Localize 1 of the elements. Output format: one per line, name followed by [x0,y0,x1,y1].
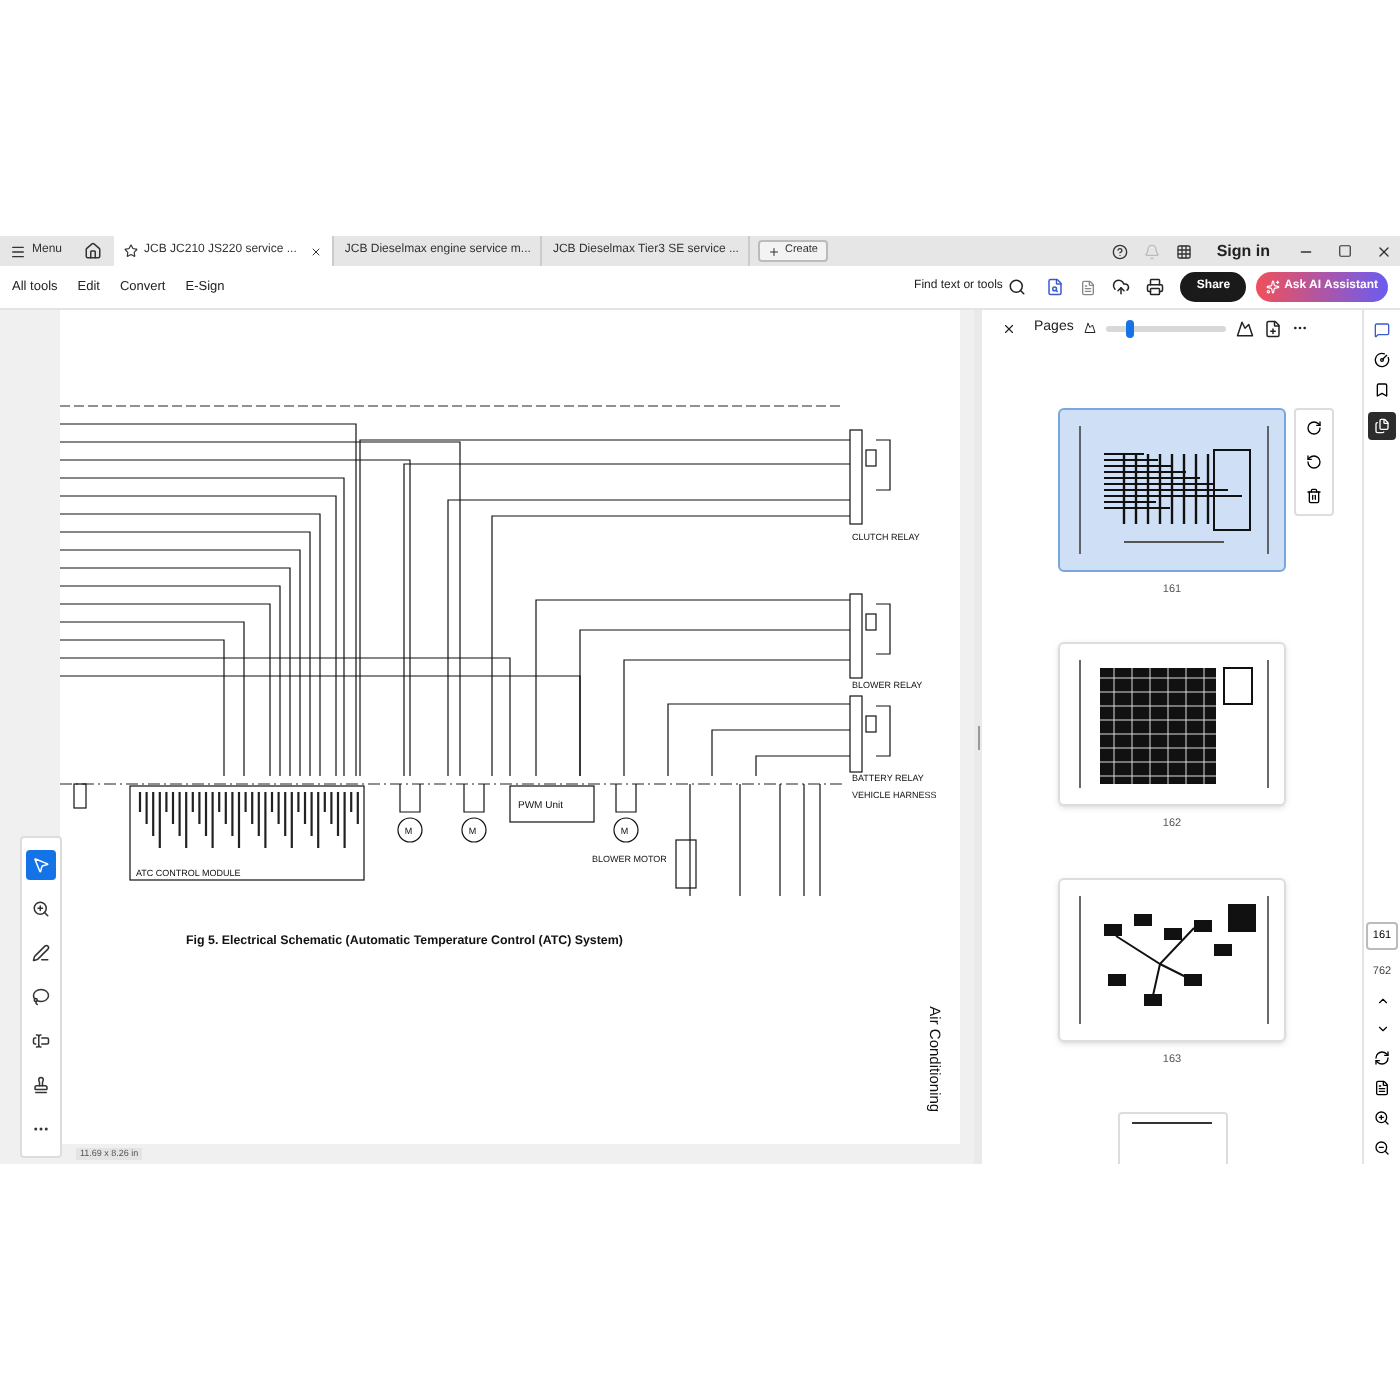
sign-in-button[interactable]: Sign in [1216,239,1270,263]
